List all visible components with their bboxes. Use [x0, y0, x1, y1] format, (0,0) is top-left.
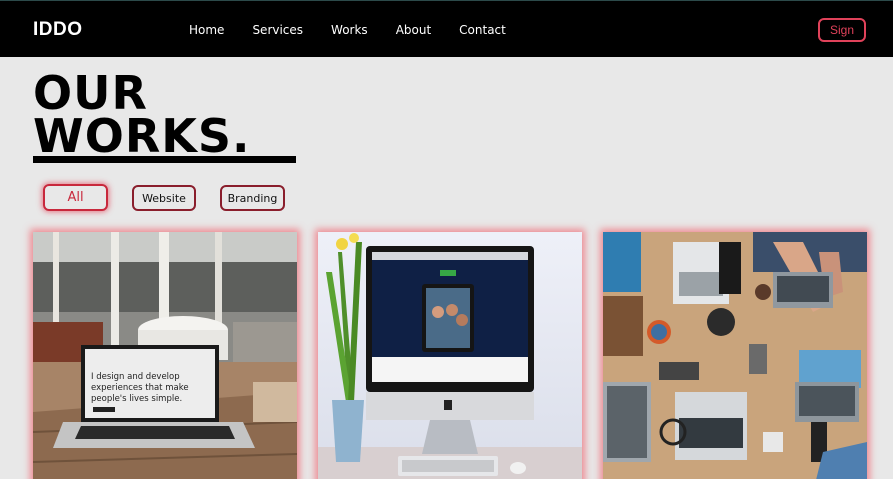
laptop-cafe-image [33, 232, 297, 479]
work-card-imac[interactable] [318, 232, 582, 479]
page-title-line-2: WORKS. [33, 109, 251, 163]
title-underline [33, 156, 296, 163]
top-nav-bar: IDDO Home Services Works About Contact S… [0, 0, 893, 57]
logo[interactable]: IDDO [33, 19, 83, 41]
nav-contact-link[interactable]: Contact [459, 23, 506, 37]
filter-website-button[interactable]: Website [132, 185, 196, 211]
laptop-screen-text: I design and develop experiences that ma… [91, 372, 215, 405]
filter-all-button[interactable]: All [43, 184, 108, 211]
laptop-text-line-3: people's lives simple. [91, 394, 183, 404]
filter-branding-button[interactable]: Branding [220, 185, 285, 211]
work-card-team[interactable] [603, 232, 867, 479]
sign-button[interactable]: Sign [818, 18, 866, 42]
work-card-laptop[interactable]: I design and develop experiences that ma… [33, 232, 297, 479]
team-workspace-image [603, 232, 867, 479]
main-nav: Home Services Works About Contact [189, 23, 534, 37]
imac-desk-image [318, 232, 582, 479]
nav-services-link[interactable]: Services [252, 23, 303, 37]
nav-home-link[interactable]: Home [189, 23, 224, 37]
laptop-text-line-1: I design and develop [91, 372, 180, 382]
page-title: OUR WORKS. [33, 70, 251, 163]
nav-about-link[interactable]: About [396, 23, 431, 37]
laptop-text-line-2: experiences that make [91, 383, 189, 393]
nav-works-link[interactable]: Works [331, 23, 368, 37]
